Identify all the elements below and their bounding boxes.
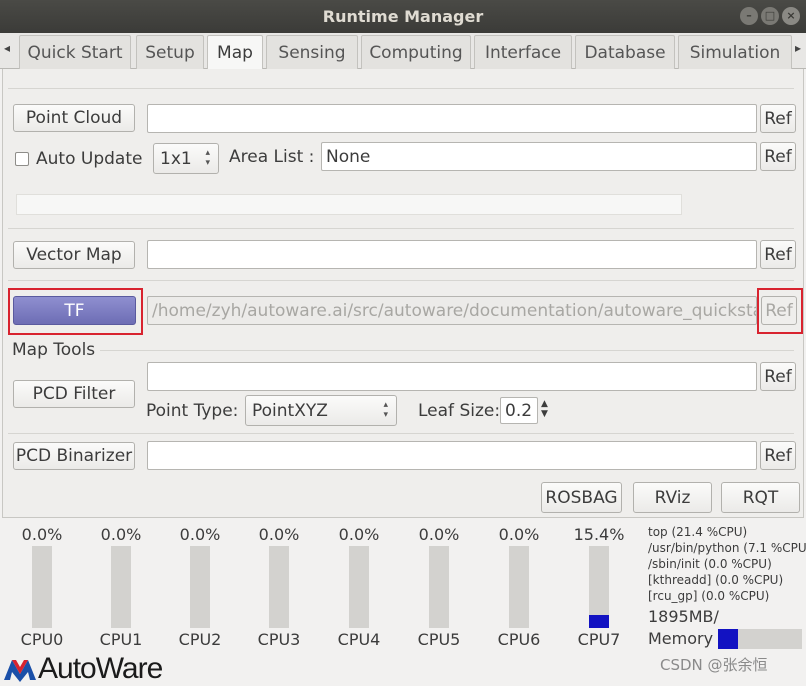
scroll-right-icon[interactable]: ▸ (795, 41, 801, 55)
scroll-left-icon[interactable]: ◂ (4, 41, 10, 55)
point-type-select[interactable]: PointXYZ ▴ ▾ (245, 395, 397, 426)
cpu-load-fill (589, 615, 609, 628)
top-process-line: [kthreadd] (0.0 %CPU) (648, 573, 784, 587)
autoware-logo-text: AutoWare (38, 652, 163, 685)
autoware-logo-icon (4, 660, 36, 682)
point-cloud-ref-button[interactable]: Ref (760, 104, 796, 133)
rosbag-button[interactable]: ROSBAG (541, 482, 622, 513)
pcd-binarizer-path-input[interactable] (147, 441, 757, 470)
top-process-line: /usr/bin/python (7.1 %CPU) (648, 541, 806, 555)
window-controls: – □ × (740, 7, 800, 25)
window-title: Runtime Manager (322, 7, 484, 26)
cpu-load-bar (589, 546, 609, 628)
cpu-load-bar (190, 546, 210, 628)
rviz-button[interactable]: RViz (633, 482, 712, 513)
cpu-percent: 0.0% (100, 525, 142, 544)
cpu-percent: 0.0% (338, 525, 380, 544)
cpu-load-bar (349, 546, 369, 628)
autoware-logo: AutoWare (2, 652, 163, 686)
grid-size-select[interactable]: 1x1 ▴ ▾ (153, 143, 219, 174)
rqt-button[interactable]: RQT (721, 482, 800, 513)
cpu-percent: 0.0% (21, 525, 63, 544)
auto-update-label: Auto Update (36, 149, 143, 169)
grid-size-value: 1x1 (160, 148, 192, 169)
cpu-percent: 0.0% (258, 525, 300, 544)
cpu-name: CPU2 (178, 630, 222, 649)
divider (8, 433, 794, 434)
tf-ref-button: Ref (761, 296, 797, 325)
tab-quick-start[interactable]: Quick Start (19, 35, 131, 69)
window-titlebar: Runtime Manager – □ × (0, 0, 806, 33)
tab-interface[interactable]: Interface (474, 35, 572, 69)
tab-setup[interactable]: Setup (136, 35, 204, 69)
divider (8, 228, 794, 229)
cpu-name: CPU6 (497, 630, 541, 649)
cpu-percent: 15.4% (573, 525, 625, 544)
vector-map-button[interactable]: Vector Map (13, 241, 135, 269)
tab-computing[interactable]: Computing (361, 35, 471, 69)
divider (8, 88, 794, 89)
tab-database[interactable]: Database (575, 35, 675, 69)
tab-sensing[interactable]: Sensing (266, 35, 358, 69)
cpu-load-bar (111, 546, 131, 628)
top-process-line: [rcu_gp] (0.0 %CPU) (648, 589, 770, 603)
area-list-ref-button[interactable]: Ref (760, 142, 796, 171)
memory-usage-value: 1895MB/ (648, 607, 719, 626)
cpu-name: CPU5 (417, 630, 461, 649)
vector-map-path-input[interactable] (147, 240, 757, 269)
memory-label: Memory (648, 629, 714, 648)
pcd-filter-path-input[interactable] (147, 362, 757, 391)
point-type-label: Point Type: (146, 401, 239, 421)
tab-bar: ◂ Quick Start Setup Map Sensing Computin… (0, 33, 806, 70)
cpu-percent: 0.0% (498, 525, 540, 544)
vector-map-ref-button[interactable]: Ref (760, 240, 796, 269)
top-process-line: /sbin/init (0.0 %CPU) (648, 557, 772, 571)
cpu-name: CPU0 (20, 630, 64, 649)
pcd-filter-ref-button[interactable]: Ref (760, 362, 796, 391)
auto-update-checkbox[interactable] (15, 152, 29, 166)
cpu-name: CPU1 (99, 630, 143, 649)
pcd-filter-button[interactable]: PCD Filter (13, 380, 135, 408)
map-tools-label: Map Tools (12, 340, 96, 360)
minimize-icon[interactable]: – (740, 7, 758, 25)
top-process-line: top (21.4 %CPU) (648, 525, 748, 539)
close-icon[interactable]: × (782, 7, 800, 25)
cpu-name: CPU3 (257, 630, 301, 649)
map-load-progress-bar (16, 194, 682, 215)
watermark: CSDN @张余恒 (660, 656, 768, 674)
cpu-name: CPU4 (337, 630, 381, 649)
cpu-percent: 0.0% (179, 525, 221, 544)
tf-button[interactable]: TF (13, 296, 136, 325)
point-cloud-path-input[interactable] (147, 104, 757, 133)
tf-path-input: /home/zyh/autoware.ai/src/autoware/docum… (147, 296, 757, 325)
leaf-size-stepper-icon[interactable]: ▲ ▼ (541, 399, 548, 419)
cpu-load-bar (269, 546, 289, 628)
updown-icon: ▴ ▾ (383, 400, 388, 420)
tab-simulation[interactable]: Simulation (678, 35, 792, 69)
pcd-binarizer-ref-button[interactable]: Ref (760, 441, 796, 470)
area-list-label: Area List : (229, 147, 315, 167)
updown-icon: ▴ ▾ (205, 148, 210, 168)
memory-usage-fill (718, 629, 738, 649)
maximize-icon[interactable]: □ (761, 7, 779, 25)
leaf-size-input[interactable]: 0.2 (500, 397, 538, 424)
cpu-load-bar (509, 546, 529, 628)
tab-map[interactable]: Map (207, 35, 263, 70)
point-type-value: PointXYZ (252, 400, 328, 421)
cpu-name: CPU7 (577, 630, 621, 649)
area-list-input[interactable]: None (321, 142, 757, 171)
pcd-binarizer-button[interactable]: PCD Binarizer (13, 442, 135, 470)
point-cloud-button[interactable]: Point Cloud (13, 104, 135, 132)
memory-usage-bar (718, 629, 802, 649)
leaf-size-label: Leaf Size: (418, 401, 501, 421)
cpu-percent: 0.0% (418, 525, 460, 544)
cpu-load-bar (429, 546, 449, 628)
divider (8, 280, 794, 281)
cpu-load-bar (32, 546, 52, 628)
divider (100, 350, 794, 351)
